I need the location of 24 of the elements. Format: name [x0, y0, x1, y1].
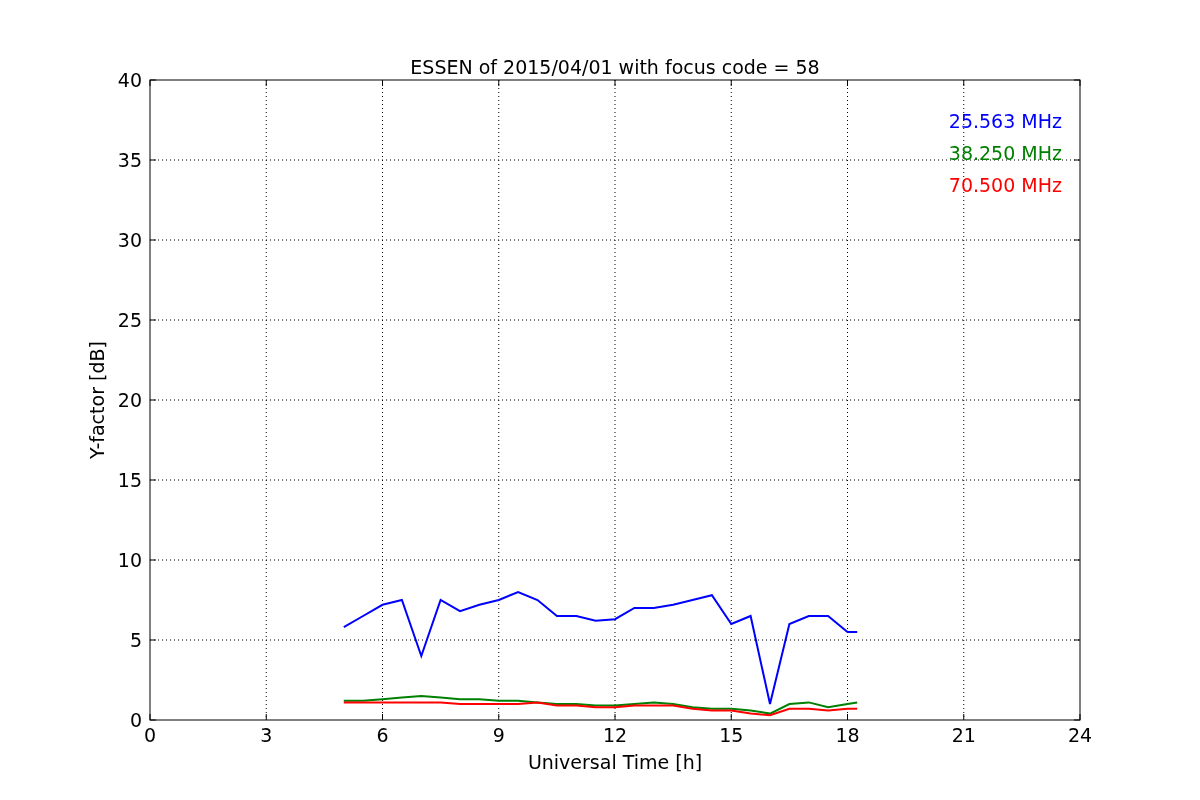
- y-tick-label: 5: [129, 629, 142, 651]
- x-tick-label: 15: [719, 724, 744, 746]
- x-tick-label: 9: [492, 724, 505, 746]
- chart-title: ESSEN of 2015/04/01 with focus code = 58: [410, 56, 820, 78]
- y-axis-label: Y-factor [dB]: [86, 341, 108, 459]
- x-tick-label: 21: [951, 724, 976, 746]
- y-tick-label: 0: [129, 709, 142, 731]
- x-axis-label: Universal Time [h]: [527, 751, 703, 773]
- y-tick-label: 40: [117, 69, 142, 91]
- x-tick-label: 0: [143, 724, 157, 746]
- legend-label: 70.500 MHz: [948, 174, 1062, 196]
- x-tick-label: 24: [1067, 724, 1093, 746]
- y-tick-label: 15: [117, 469, 142, 491]
- y-tick-label: 35: [117, 149, 142, 171]
- legend-label: 25.563 MHz: [948, 110, 1062, 132]
- y-tick-label: 10: [117, 549, 142, 571]
- x-tick-label: 6: [376, 724, 389, 746]
- y-tick-label: 25: [117, 309, 142, 331]
- x-tick-label: 12: [602, 724, 628, 746]
- y-tick-label: 30: [117, 229, 142, 251]
- legend-label: 38.250 MHz: [948, 142, 1062, 164]
- x-tick-label: 3: [260, 724, 273, 746]
- x-tick-label: 18: [835, 724, 860, 746]
- y-tick-label: 20: [117, 389, 142, 411]
